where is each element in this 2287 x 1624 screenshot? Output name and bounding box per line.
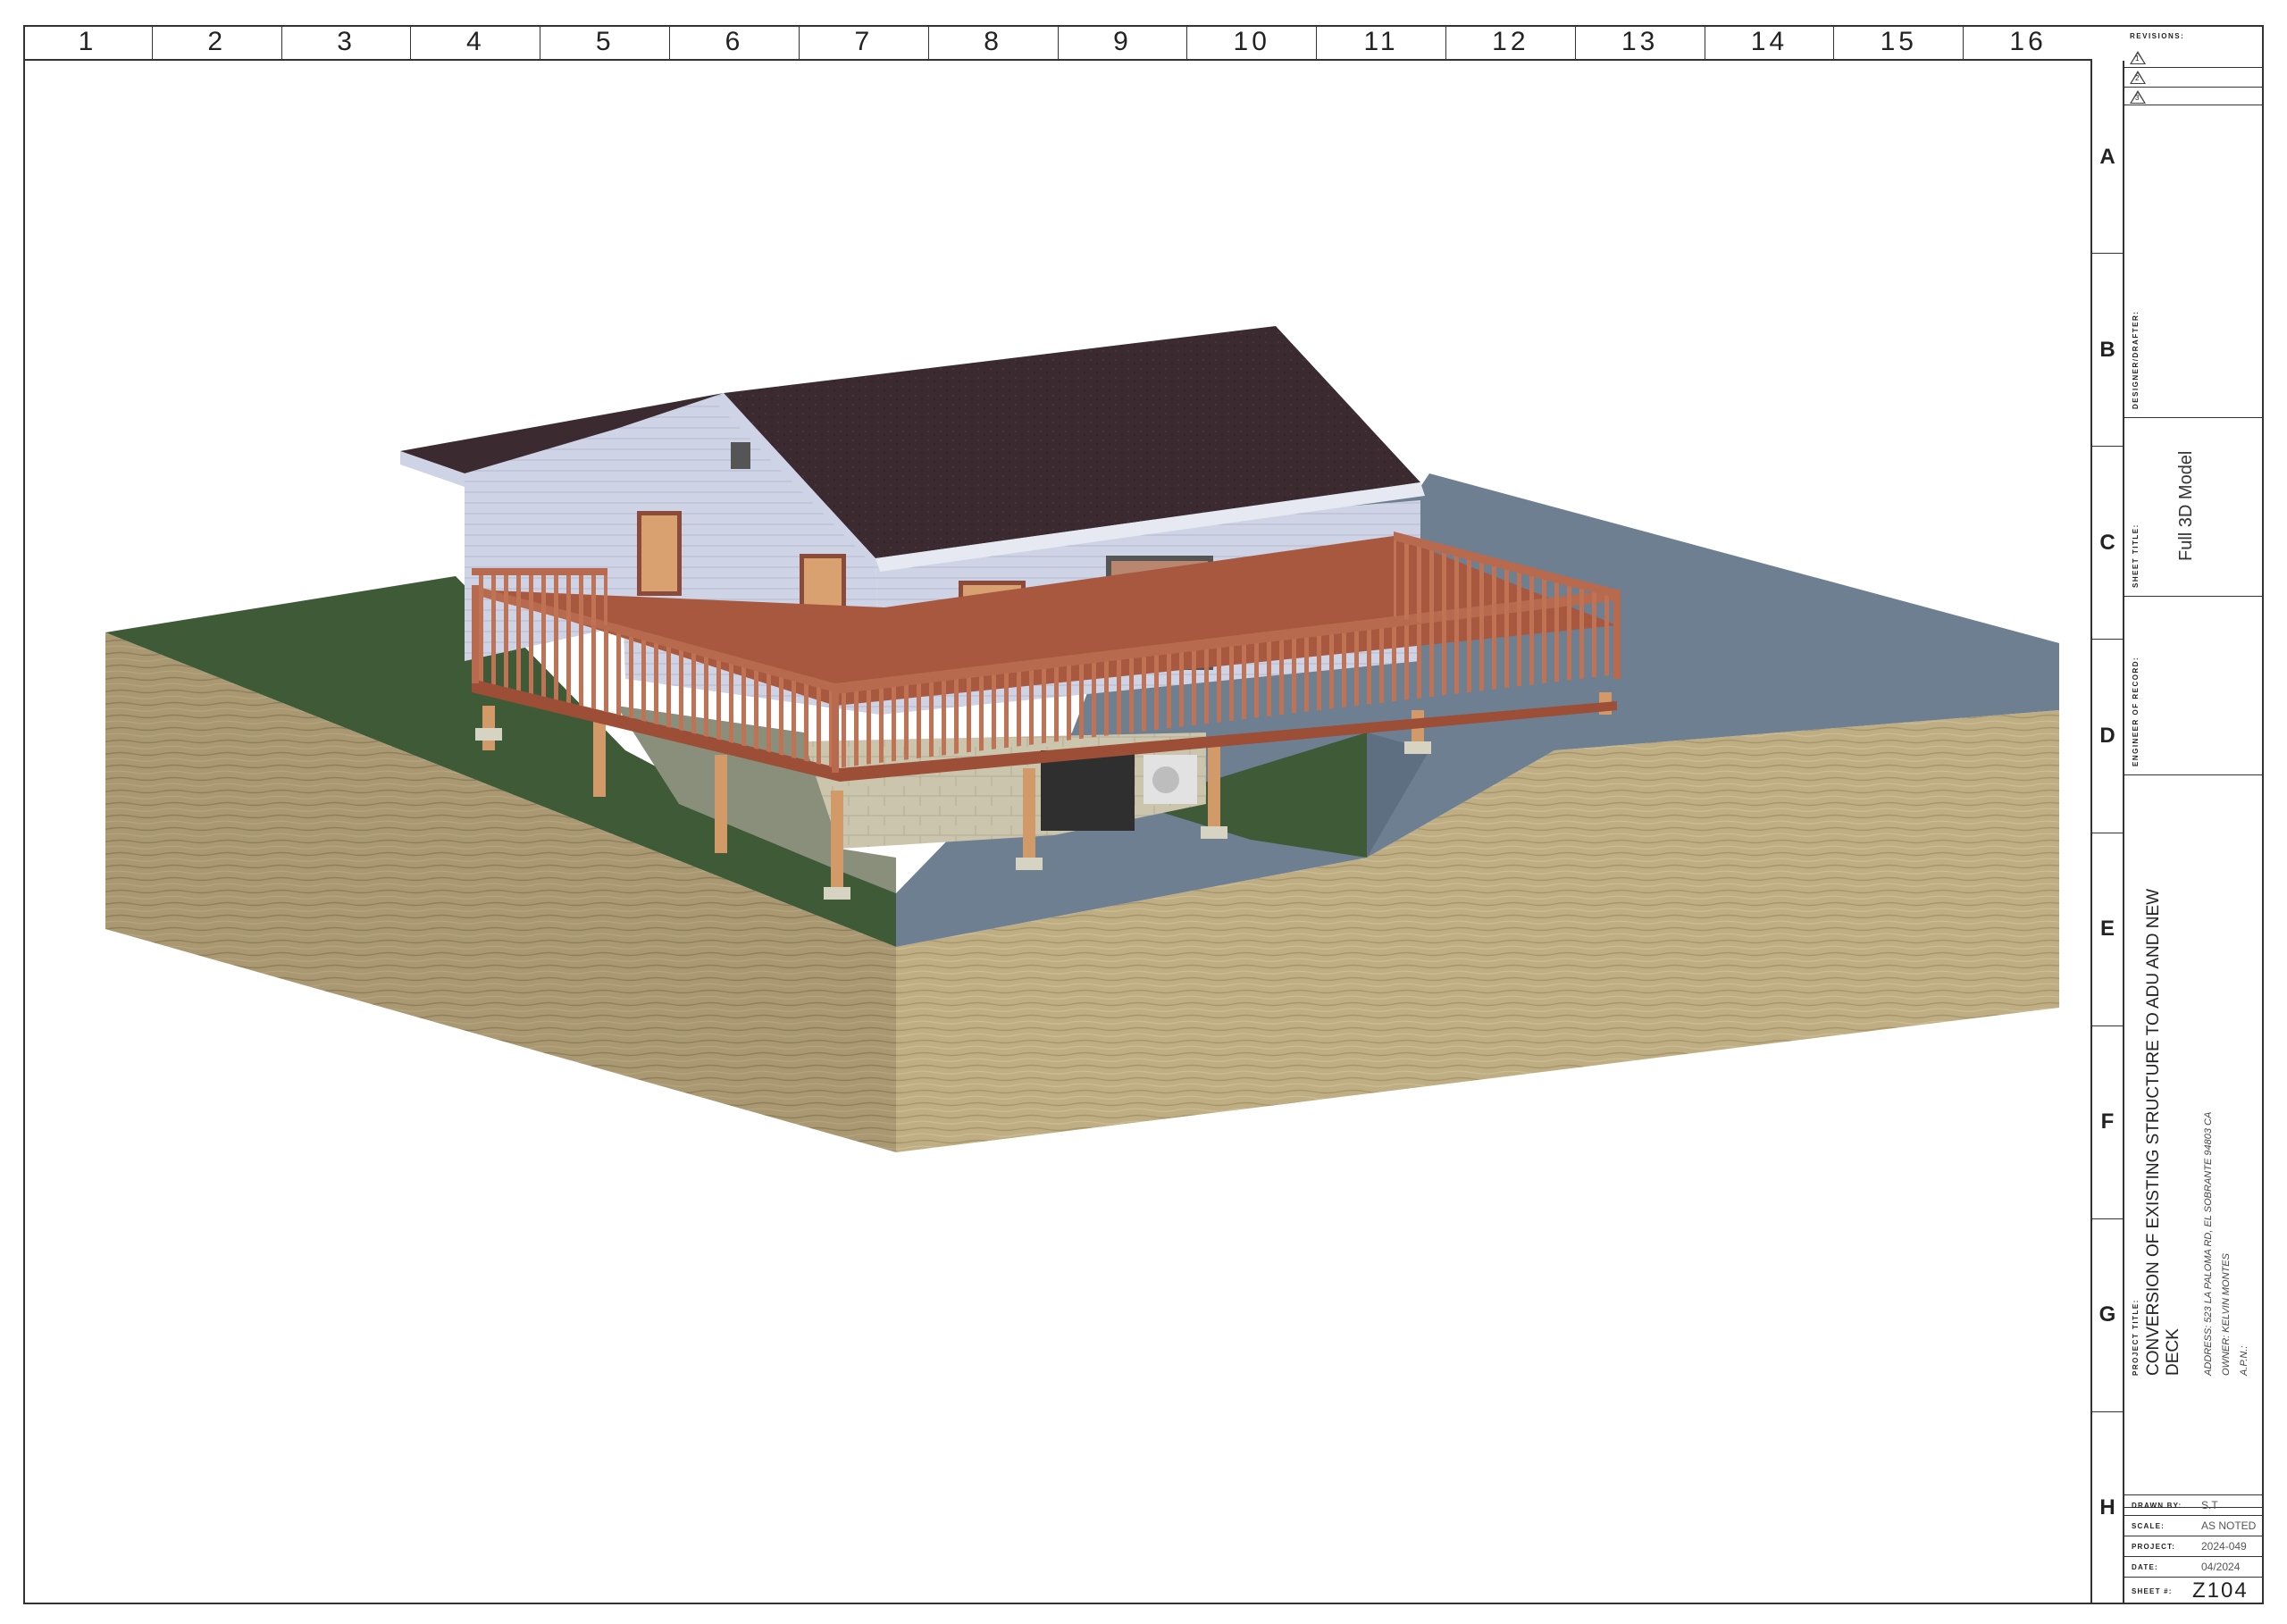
grid-row-letter: H	[2099, 1495, 2115, 1520]
grid-column-number: 1	[23, 25, 153, 59]
lower-opening	[1041, 750, 1135, 831]
grid-column-number: 3	[282, 25, 412, 59]
grid-column-number: 8	[929, 25, 1059, 59]
engineer-label: ENGINEER OF RECORD:	[2132, 656, 2140, 766]
grid-column-number: 14	[1705, 25, 1835, 59]
grid-row-letter: E	[2092, 833, 2123, 1026]
date-label: DATE:	[2132, 1562, 2158, 1571]
revision-number: 3	[2135, 94, 2140, 102]
project-owner: OWNER: KELVIN MONTES	[2221, 1253, 2232, 1376]
column-grid-header: 1 2 3 4 5 6 7 8 9 10 11 12 13 14 15 16	[23, 25, 2092, 61]
scale-row: SCALE: AS NOTED	[2124, 1515, 2264, 1536]
project-title: CONVERSION OF EXISTING STRUCTURE TO ADU …	[2144, 888, 2163, 1376]
revision-row: 1	[2124, 48, 2264, 68]
sheet-number-row: SHEET #: Z104	[2124, 1577, 2264, 1604]
drawn-by-row: DRAWN BY: S.T	[2124, 1494, 2264, 1515]
scale-label: SCALE:	[2132, 1521, 2165, 1530]
grid-row-letter: D	[2092, 640, 2123, 833]
grid-column-number: 9	[1059, 25, 1188, 59]
project-title-label: PROJECT TITLE:	[2132, 1299, 2140, 1376]
project-number-label: PROJECT:	[2132, 1542, 2176, 1551]
project-number-row: PROJECT: 2024-049	[2124, 1536, 2264, 1556]
grid-row-letter: B	[2092, 254, 2123, 448]
grid-column-number: 11	[1317, 25, 1446, 59]
full-3d-model-illustration	[105, 326, 2059, 1152]
sheet-title-label: SHEET TITLE:	[2132, 523, 2140, 588]
grid-column-number: 5	[540, 25, 671, 59]
drawn-by-label: DRAWN BY:	[2132, 1501, 2182, 1510]
revision-number: 1	[2135, 54, 2140, 63]
grid-column-number: 12	[1446, 25, 1576, 59]
grid-row-letter: G	[2092, 1219, 2123, 1412]
revision-number: 2	[2135, 74, 2140, 82]
grid-column-number: 13	[1576, 25, 1705, 59]
date-value: 04/2024	[2201, 1561, 2241, 1573]
date-row: DATE: 04/2024	[2124, 1556, 2264, 1577]
project-number-value: 2024-049	[2201, 1540, 2247, 1553]
deck-railing-back	[472, 572, 607, 625]
grid-row-letter: C	[2092, 447, 2123, 640]
grid-column-number: 4	[411, 25, 541, 59]
gable-vent	[731, 442, 750, 469]
revision-row: 2	[2124, 68, 2264, 88]
project-apn: A.P.N.:	[2239, 1345, 2249, 1376]
project-title-line2: DECK	[2164, 1328, 2182, 1376]
grid-column-number: 2	[153, 25, 282, 59]
scale-value: AS NOTED	[2201, 1519, 2257, 1532]
designer-section: DESIGNER/DRAFTER:	[2124, 105, 2264, 418]
grid-column-number: 10	[1187, 25, 1318, 59]
revisions-section: REVISIONS: 1 2 3	[2124, 25, 2264, 105]
revision-row: 3	[2124, 88, 2264, 107]
engineer-section: ENGINEER OF RECORD:	[2124, 597, 2264, 775]
grid-column-number: 15	[1834, 25, 1964, 59]
row-grid-header: ABCDEFG H	[2090, 61, 2124, 1604]
sheet-number: Z104	[2192, 1578, 2249, 1603]
project-section: PROJECT TITLE: CONVERSION OF EXISTING ST…	[2124, 775, 2264, 1508]
designer-label: DESIGNER/DRAFTER:	[2132, 310, 2140, 409]
grid-column-number: 7	[800, 25, 929, 59]
sheet-title: Full 3D Model	[2176, 450, 2196, 561]
revisions-label: REVISIONS:	[2130, 32, 2185, 40]
title-block: REVISIONS: 1 2 3 DESIGNER/DRAFTER: SHEET…	[2124, 25, 2264, 1604]
project-address: ADDRESS: 523 LA PALOMA RD, EL SOBRANTE 9…	[2203, 1111, 2214, 1376]
sheet-number-label: SHEET #:	[2132, 1586, 2173, 1595]
grid-row-letter: F	[2092, 1026, 2123, 1219]
grid-column-number: 16	[2009, 27, 2047, 56]
grid-column-number: 6	[670, 25, 800, 59]
sheet-title-section: SHEET TITLE: Full 3D Model	[2124, 418, 2264, 597]
grid-row-letter: A	[2092, 61, 2123, 255]
drawn-by-value: S.T	[2201, 1499, 2218, 1511]
